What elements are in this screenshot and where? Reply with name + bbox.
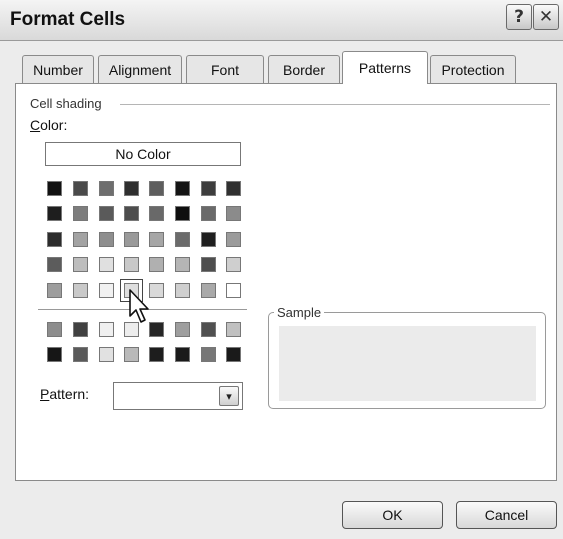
- chart-color-swatch[interactable]: [175, 347, 190, 362]
- chart-color-swatch[interactable]: [124, 347, 139, 362]
- color-swatch[interactable]: [73, 232, 88, 247]
- color-swatch[interactable]: [47, 283, 62, 298]
- chart-color-swatch[interactable]: [47, 322, 62, 337]
- tab-protection[interactable]: Protection: [430, 55, 516, 83]
- pattern-dropdown[interactable]: ▾: [113, 382, 243, 410]
- color-swatch[interactable]: [73, 257, 88, 272]
- color-swatch[interactable]: [226, 181, 241, 196]
- color-swatch[interactable]: [201, 206, 216, 221]
- color-swatch[interactable]: [99, 232, 114, 247]
- tab-patterns[interactable]: Patterns: [342, 51, 428, 84]
- close-button[interactable]: ✕: [533, 4, 559, 30]
- chart-color-swatch[interactable]: [73, 322, 88, 337]
- tab-number[interactable]: Number: [22, 55, 94, 83]
- color-swatch[interactable]: [149, 232, 164, 247]
- color-swatch[interactable]: [124, 181, 139, 196]
- help-button[interactable]: ?: [506, 4, 532, 30]
- pattern-label: Pattern:: [40, 386, 90, 402]
- chart-color-swatch[interactable]: [47, 347, 62, 362]
- tab-border[interactable]: Border: [268, 55, 340, 83]
- color-swatch[interactable]: [201, 283, 216, 298]
- title-bar: Format Cells ? ✕: [0, 0, 563, 41]
- chart-color-swatch[interactable]: [99, 322, 114, 337]
- color-swatch[interactable]: [149, 257, 164, 272]
- color-swatch[interactable]: [226, 257, 241, 272]
- cancel-button[interactable]: Cancel: [456, 501, 557, 529]
- chart-color-swatch[interactable]: [226, 322, 241, 337]
- color-swatch[interactable]: [175, 181, 190, 196]
- color-swatch[interactable]: [175, 257, 190, 272]
- mouse-pointer-icon: [129, 289, 149, 323]
- color-swatch[interactable]: [124, 232, 139, 247]
- color-label: Color:: [30, 117, 68, 133]
- color-swatch[interactable]: [175, 232, 190, 247]
- ok-button[interactable]: OK: [342, 501, 443, 529]
- chart-color-swatch[interactable]: [201, 322, 216, 337]
- color-swatch[interactable]: [226, 206, 241, 221]
- color-swatch[interactable]: [47, 232, 62, 247]
- group-divider: [120, 104, 550, 105]
- color-swatch[interactable]: [201, 181, 216, 196]
- no-color-button[interactable]: No Color: [45, 142, 241, 166]
- sample-preview: [279, 326, 536, 401]
- close-icon: ✕: [538, 7, 554, 27]
- color-swatch[interactable]: [175, 283, 190, 298]
- color-swatch[interactable]: [201, 232, 216, 247]
- dialog-title: Format Cells: [10, 9, 126, 30]
- chart-color-swatch[interactable]: [226, 347, 241, 362]
- chart-color-swatch[interactable]: [99, 347, 114, 362]
- chart-color-swatch[interactable]: [175, 322, 190, 337]
- chart-color-swatch[interactable]: [201, 347, 216, 362]
- tab-alignment[interactable]: Alignment: [98, 55, 182, 83]
- sample-label: Sample: [274, 305, 325, 320]
- color-swatch[interactable]: [47, 206, 62, 221]
- color-swatch[interactable]: [226, 232, 241, 247]
- color-swatch[interactable]: [99, 206, 114, 221]
- color-swatch[interactable]: [124, 257, 139, 272]
- format-cells-dialog: Format Cells ? ✕ Number Alignment Font B…: [0, 0, 563, 539]
- color-swatch[interactable]: [73, 283, 88, 298]
- color-swatch[interactable]: [99, 283, 114, 298]
- chart-color-swatch[interactable]: [149, 347, 164, 362]
- color-swatch[interactable]: [175, 206, 190, 221]
- color-swatch[interactable]: [47, 257, 62, 272]
- color-swatch[interactable]: [99, 257, 114, 272]
- color-swatch[interactable]: [124, 206, 139, 221]
- help-icon: ?: [514, 7, 524, 27]
- color-swatch[interactable]: [149, 206, 164, 221]
- color-swatch[interactable]: [149, 181, 164, 196]
- color-swatch[interactable]: [47, 181, 62, 196]
- color-swatch[interactable]: [73, 181, 88, 196]
- cell-shading-label: Cell shading: [30, 96, 106, 111]
- color-swatch[interactable]: [226, 283, 241, 298]
- color-swatch[interactable]: [99, 181, 114, 196]
- color-swatch[interactable]: [73, 206, 88, 221]
- tab-font[interactable]: Font: [186, 55, 264, 83]
- chevron-down-icon[interactable]: ▾: [219, 386, 239, 406]
- color-swatch[interactable]: [201, 257, 216, 272]
- chart-color-swatch[interactable]: [73, 347, 88, 362]
